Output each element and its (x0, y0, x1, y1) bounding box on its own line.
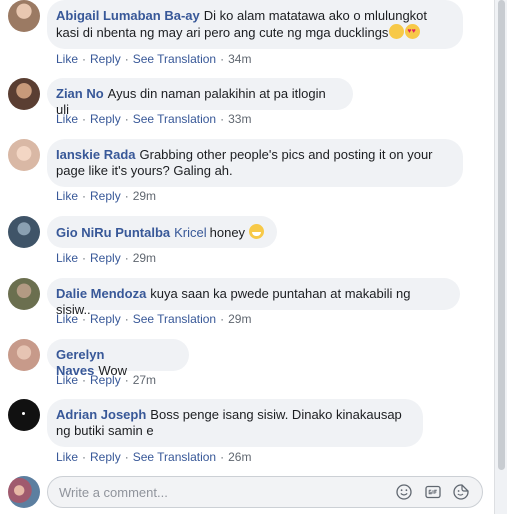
like-link[interactable]: Like (56, 251, 78, 265)
comment-author[interactable]: Dalie Mendoza (56, 286, 146, 301)
comment-actions: Like · Reply · See Translation · 33m (56, 112, 252, 126)
comment-actions: Like · Reply · See Translation · 34m (56, 52, 252, 66)
scrollbar-thumb[interactable] (498, 0, 505, 470)
comment-author[interactable]: Abigail Lumaban Ba-ay (56, 8, 200, 23)
comment-time[interactable]: 29m (133, 189, 156, 203)
avatar[interactable] (8, 0, 40, 32)
heart-eyes-emoji-icon: ♥♥ (405, 24, 421, 39)
comment-input[interactable]: Write a comment... (59, 485, 168, 500)
like-link[interactable]: Like (56, 373, 78, 387)
comment-time[interactable]: 29m (133, 251, 156, 265)
see-translation-link[interactable]: See Translation (133, 112, 216, 126)
avatar[interactable] (8, 339, 40, 371)
comment-time[interactable]: 33m (228, 112, 251, 126)
current-user-avatar[interactable] (8, 476, 40, 508)
mention-link[interactable]: Kricel (174, 225, 207, 240)
reply-link[interactable]: Reply (90, 52, 121, 66)
reply-link[interactable]: Reply (90, 450, 121, 464)
comment-actions: Like · Reply · See Translation · 26m (56, 450, 252, 464)
comment-bubble: Gio NiRu Puntalba Kricel honey (47, 216, 277, 248)
avatar[interactable] (8, 399, 40, 431)
grinning-sweat-emoji-icon (389, 24, 405, 39)
avatar[interactable] (8, 139, 40, 171)
comment-time[interactable]: 26m (228, 450, 251, 464)
reply-link[interactable]: Reply (90, 373, 121, 387)
reply-link[interactable]: Reply (90, 189, 121, 203)
comment-actions: Like · Reply · 27m (56, 373, 157, 387)
like-link[interactable]: Like (56, 112, 78, 126)
comment-bubble: Dalie Mendoza kuya saan ka pwede puntahan… (47, 278, 460, 317)
avatar[interactable] (8, 216, 40, 248)
like-link[interactable]: Like (56, 312, 78, 326)
comment-actions: Like · Reply · See Translation · 29m (56, 312, 252, 326)
comment-actions: Like · Reply · 29m (56, 189, 157, 203)
comment-bubble: Gerelyn Naves Wow (47, 339, 189, 378)
comment-time[interactable]: 27m (133, 373, 156, 387)
reply-link[interactable]: Reply (90, 112, 121, 126)
avatar[interactable] (8, 278, 40, 310)
comment-composer[interactable]: Write a comment... (47, 476, 483, 508)
comment-text: honey (209, 225, 246, 240)
comment-bubble: Adrian Joseph Boss penge isang sisiw. Din… (47, 399, 423, 447)
comment-author[interactable]: Gio NiRu Puntalba (56, 225, 170, 240)
smiley-icon[interactable] (396, 484, 412, 500)
comment-bubble: Ianskie Rada Grabbing other people's pics… (47, 139, 463, 187)
comment-author[interactable]: Zian No (56, 86, 104, 101)
sticker-icon[interactable] (453, 484, 469, 500)
comment-bubble: Abigail Lumaban Ba-ay Di ko alam matatawa… (47, 0, 463, 49)
grinning-emoji-icon (249, 224, 265, 239)
avatar[interactable] (8, 78, 40, 110)
reply-link[interactable]: Reply (90, 312, 121, 326)
see-translation-link[interactable]: See Translation (133, 312, 216, 326)
comment-time[interactable]: 29m (228, 312, 251, 326)
like-link[interactable]: Like (56, 189, 78, 203)
reply-link[interactable]: Reply (90, 251, 121, 265)
like-link[interactable]: Like (56, 52, 78, 66)
gif-icon[interactable] (425, 484, 441, 500)
comment-author[interactable]: Adrian Joseph (56, 407, 146, 422)
comment-author[interactable]: Ianskie Rada (56, 147, 136, 162)
see-translation-link[interactable]: See Translation (133, 52, 216, 66)
scrollbar[interactable] (494, 0, 507, 514)
comment-time[interactable]: 34m (228, 52, 251, 66)
comment-actions: Like · Reply · 29m (56, 251, 157, 265)
comment-bubble: Zian No Ayus din naman palakihin at pa it… (47, 78, 353, 117)
like-link[interactable]: Like (56, 450, 78, 464)
see-translation-link[interactable]: See Translation (133, 450, 216, 464)
